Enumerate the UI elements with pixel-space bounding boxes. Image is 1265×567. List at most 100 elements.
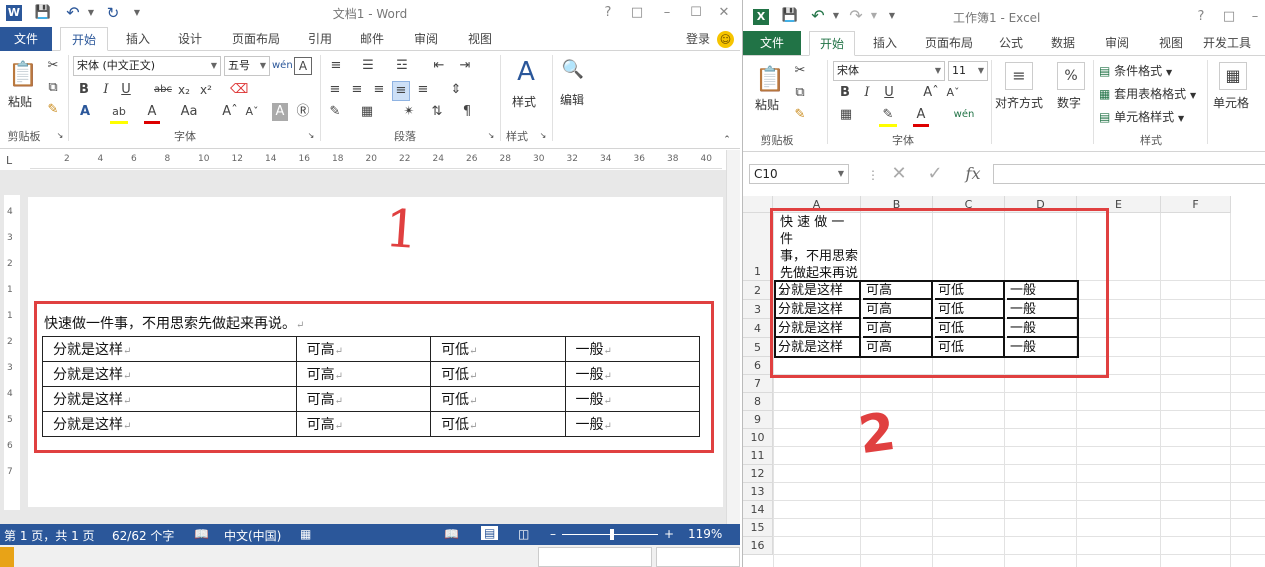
taskbar-button[interactable] bbox=[538, 547, 652, 567]
row-header[interactable]: 14 bbox=[743, 501, 773, 519]
paste-icon[interactable]: 📋 bbox=[8, 59, 38, 89]
smiley-icon[interactable]: ☺ bbox=[717, 31, 734, 48]
paragraph-launcher-icon[interactable]: ↘ bbox=[486, 131, 496, 141]
grow-font-icon[interactable]: Aˆ bbox=[222, 103, 238, 121]
conditional-format-button[interactable]: ▤ 条件格式 ▼ bbox=[1099, 62, 1172, 79]
enclose-char-icon[interactable]: Ⓡ bbox=[294, 103, 312, 121]
chinese-layout-icon[interactable]: ✴ bbox=[400, 103, 418, 121]
highlight-icon[interactable]: ab bbox=[110, 103, 128, 124]
tab-formulas[interactable]: 公式 bbox=[991, 31, 1031, 56]
row-header[interactable]: 16 bbox=[743, 537, 773, 555]
macro-icon[interactable]: ▦ bbox=[300, 527, 311, 541]
number-button-label[interactable]: 数字 bbox=[1057, 94, 1081, 111]
clear-format-icon[interactable]: ⌫ bbox=[230, 81, 248, 99]
cut-icon[interactable]: ✂ bbox=[44, 57, 62, 75]
minimize-button[interactable]: – bbox=[1243, 7, 1265, 27]
tab-view[interactable]: 视图 bbox=[1149, 31, 1193, 56]
sort-icon[interactable]: ⇅ bbox=[428, 103, 446, 121]
row-header[interactable]: 8 bbox=[743, 393, 773, 411]
row-header[interactable]: 12 bbox=[743, 465, 773, 483]
number-format-icon[interactable]: % bbox=[1057, 62, 1085, 90]
tab-view[interactable]: 视图 bbox=[458, 27, 502, 51]
styles-button-label[interactable]: 样式 bbox=[512, 93, 536, 110]
tab-design[interactable]: 设计 bbox=[168, 27, 212, 51]
ribbon-display-icon[interactable]: □ bbox=[1217, 7, 1241, 27]
font-size-select[interactable]: 11 ▼ bbox=[948, 61, 988, 81]
name-box[interactable]: C10 ▼ bbox=[749, 164, 849, 184]
justify-icon[interactable]: ≡ bbox=[392, 81, 410, 101]
cells-icon[interactable]: ▦ bbox=[1219, 62, 1247, 90]
editing-button-label[interactable]: 编辑 bbox=[560, 91, 584, 108]
font-name-select[interactable]: 宋体 ▼ bbox=[833, 61, 945, 81]
zoom-level[interactable]: 119% bbox=[688, 527, 722, 541]
grow-font-icon[interactable]: Aˆ bbox=[923, 84, 939, 102]
font-color-icon[interactable]: A bbox=[913, 106, 929, 127]
collapse-ribbon-icon[interactable]: ⌃ bbox=[720, 131, 734, 149]
tab-file[interactable]: 文件 bbox=[0, 27, 52, 51]
row-header[interactable]: 5 bbox=[743, 338, 773, 357]
status-word-count[interactable]: 62/62 个字 bbox=[112, 527, 174, 544]
bullets-icon[interactable]: ≡ bbox=[326, 57, 346, 75]
fill-color-icon[interactable]: ✎ bbox=[879, 106, 897, 127]
horizontal-ruler[interactable]: 2 4 6 8 10 12 14 16 18 20 22 24 26 28 30 32 34 36 38 40 bbox=[30, 151, 722, 169]
maximize-button[interactable]: ☐ bbox=[684, 3, 708, 23]
borders-icon[interactable]: ▦ bbox=[837, 106, 855, 124]
row-header[interactable]: 7 bbox=[743, 375, 773, 393]
row-header[interactable]: 10 bbox=[743, 429, 773, 447]
save-icon[interactable]: 💾 bbox=[781, 7, 799, 25]
borders-icon[interactable]: ▦ bbox=[358, 103, 376, 121]
login-link[interactable]: 登录 bbox=[680, 27, 716, 51]
superscript-icon[interactable]: x² bbox=[198, 81, 214, 99]
paste-button-label[interactable]: 粘贴 bbox=[8, 93, 32, 110]
column-header[interactable]: F bbox=[1161, 196, 1231, 213]
tab-file[interactable]: 文件 bbox=[743, 31, 801, 55]
alignment-button-label[interactable]: 对齐方式 bbox=[995, 94, 1043, 111]
redo-dropdown-icon[interactable]: ▼ bbox=[865, 7, 883, 25]
copy-icon[interactable]: ⧉ bbox=[44, 79, 62, 97]
increase-indent-icon[interactable]: ⇥ bbox=[456, 57, 474, 75]
font-launcher-icon[interactable]: ↘ bbox=[306, 131, 316, 141]
tab-developer[interactable]: 开发工具 bbox=[1203, 31, 1265, 56]
zoom-slider-thumb[interactable] bbox=[610, 529, 614, 540]
zoom-in-button[interactable]: + bbox=[664, 527, 674, 541]
tab-home[interactable]: 开始 bbox=[60, 27, 108, 51]
decrease-indent-icon[interactable]: ⇤ bbox=[430, 57, 448, 75]
shrink-font-icon[interactable]: Aˇ bbox=[945, 84, 961, 102]
undo-dropdown-icon[interactable]: ▼ bbox=[827, 7, 845, 25]
bold-icon[interactable]: B bbox=[76, 81, 92, 99]
paste-button-label[interactable]: 粘贴 bbox=[755, 96, 779, 113]
copy-icon[interactable]: ⧉ bbox=[791, 84, 809, 102]
help-button[interactable]: ? bbox=[1189, 7, 1213, 27]
formula-bar-input[interactable] bbox=[993, 164, 1265, 184]
format-painter-icon[interactable]: ✎ bbox=[791, 106, 809, 124]
tab-review[interactable]: 审阅 bbox=[1095, 31, 1139, 56]
align-center-icon[interactable]: ≡ bbox=[348, 81, 366, 99]
select-all-corner[interactable] bbox=[743, 196, 773, 213]
row-header[interactable]: 6 bbox=[743, 357, 773, 375]
undo-icon[interactable]: ↶ bbox=[809, 7, 827, 25]
close-button[interactable]: ✕ bbox=[712, 3, 736, 23]
tab-references[interactable]: 引用 bbox=[298, 27, 342, 51]
vertical-scrollbar[interactable] bbox=[726, 150, 740, 524]
taskbar-button[interactable] bbox=[656, 547, 740, 567]
clipboard-launcher-icon[interactable]: ↘ bbox=[55, 131, 65, 141]
row-header[interactable]: 3 bbox=[743, 300, 773, 319]
minimize-button[interactable]: – bbox=[655, 3, 679, 23]
shrink-font-icon[interactable]: Aˇ bbox=[244, 103, 260, 121]
text-effects-icon[interactable]: A bbox=[76, 103, 94, 121]
underline-icon[interactable]: U bbox=[118, 81, 134, 99]
cell-styles-button[interactable]: ▤ 单元格样式 ▼ bbox=[1099, 108, 1184, 125]
shading-icon[interactable]: ✎ bbox=[326, 103, 344, 121]
tab-home[interactable]: 开始 bbox=[809, 31, 855, 56]
multilevel-list-icon[interactable]: ☲ bbox=[392, 57, 412, 75]
phonetic-guide-icon[interactable]: wén bbox=[953, 106, 975, 124]
tab-data[interactable]: 数据 bbox=[1041, 31, 1085, 56]
numbering-icon[interactable]: ☰ bbox=[358, 57, 378, 75]
customize-qat-icon[interactable]: ▼ bbox=[883, 7, 901, 25]
tab-selector-icon[interactable]: L bbox=[6, 154, 20, 168]
row-header[interactable]: 1 bbox=[743, 213, 773, 281]
alignment-icon[interactable]: ≡ bbox=[1005, 62, 1033, 90]
tab-mailings[interactable]: 邮件 bbox=[350, 27, 394, 51]
align-right-icon[interactable]: ≡ bbox=[370, 81, 388, 99]
paste-icon[interactable]: 📋 bbox=[755, 64, 785, 94]
